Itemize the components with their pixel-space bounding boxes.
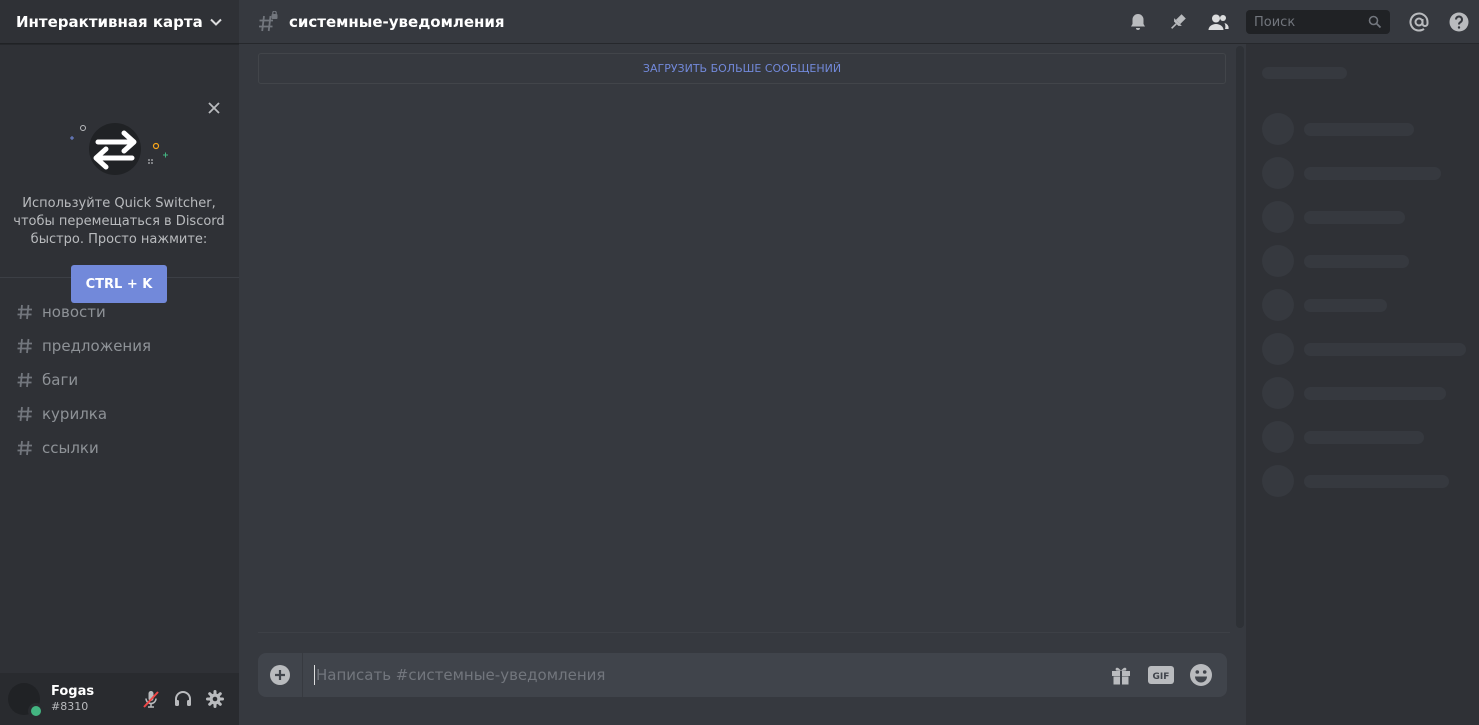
settings-gear-icon[interactable] <box>199 683 231 715</box>
svg-text:GIF: GIF <box>1153 672 1170 682</box>
search-input[interactable]: Поиск <box>1246 10 1390 34</box>
help-icon[interactable] <box>1439 0 1479 44</box>
channel-name: ссылки <box>42 439 99 457</box>
members-icon[interactable] <box>1198 0 1238 44</box>
gift-icon[interactable] <box>1101 653 1141 697</box>
hash-icon <box>16 303 34 321</box>
channel-name: предложения <box>42 337 152 355</box>
close-icon[interactable] <box>207 101 221 115</box>
hash-icon <box>16 337 34 355</box>
header-toolbar: Поиск <box>1118 0 1479 44</box>
quick-switcher-text: Используйте Quick Switcher, чтобы переме… <box>13 196 225 247</box>
user-panel: Fogas #8310 <box>0 673 239 725</box>
hash-icon <box>16 439 34 457</box>
user-controls <box>135 683 231 715</box>
status-online-icon <box>28 703 44 719</box>
channel-sidebar: Интерактивная карта Используйте Quick Sw… <box>0 0 239 725</box>
search-icon <box>1368 15 1382 29</box>
hash-icon <box>16 405 34 423</box>
channel-item[interactable]: ссылки <box>8 431 231 465</box>
messages-scrollbar[interactable] <box>1236 46 1244 628</box>
channel-list: новости предложения баги курилка ссылки <box>8 295 231 465</box>
chat-header: системные-уведомления Поиск <box>239 0 1479 44</box>
load-more-messages-button[interactable]: ЗАГРУЗИТЬ БОЛЬШЕ СООБЩЕНИЙ <box>258 53 1226 84</box>
username: Fogas <box>51 684 95 699</box>
emoji-icon[interactable] <box>1181 653 1221 697</box>
add-attachment-icon[interactable] <box>258 653 303 697</box>
channel-item[interactable]: баги <box>8 363 231 397</box>
hash-icon <box>16 371 34 389</box>
server-name: Интерактивная карта <box>16 12 203 31</box>
user-discriminator: #8310 <box>51 700 89 713</box>
pin-icon[interactable] <box>1158 0 1198 44</box>
member-list-skeleton <box>1246 44 1479 725</box>
server-header[interactable]: Интерактивная карта <box>0 0 239 44</box>
bell-icon[interactable] <box>1118 0 1158 44</box>
channel-item[interactable]: курилка <box>8 397 231 431</box>
channel-name: курилка <box>42 405 108 423</box>
message-input[interactable]: Написать #системные-уведомления <box>314 665 1096 685</box>
chevron-down-icon[interactable] <box>209 15 223 29</box>
headphones-icon[interactable] <box>167 683 199 715</box>
gif-icon[interactable]: GIF <box>1141 653 1181 697</box>
channel-name: новости <box>42 303 106 321</box>
message-composer: Написать #системные-уведомления GIF <box>258 653 1227 697</box>
composer-toolbar: GIF <box>1101 653 1221 697</box>
quick-switcher-tip: Используйте Quick Switcher, чтобы переме… <box>0 44 239 303</box>
channel-name: баги <box>42 371 79 389</box>
channel-item[interactable]: предложения <box>8 329 231 363</box>
search-placeholder: Поиск <box>1254 14 1296 30</box>
composer-divider <box>258 632 1230 633</box>
user-info[interactable]: Fogas #8310 <box>51 684 94 714</box>
quick-switcher-illustration-icon <box>64 120 174 180</box>
locked-channel-hash-icon <box>257 10 279 33</box>
avatar[interactable] <box>8 683 44 719</box>
channel-item[interactable]: новости <box>8 295 231 329</box>
skeleton-header <box>1262 67 1347 79</box>
channel-title: системные-уведомления <box>289 12 505 31</box>
mute-microphone-icon[interactable] <box>135 683 167 715</box>
mentions-icon[interactable] <box>1399 0 1439 44</box>
